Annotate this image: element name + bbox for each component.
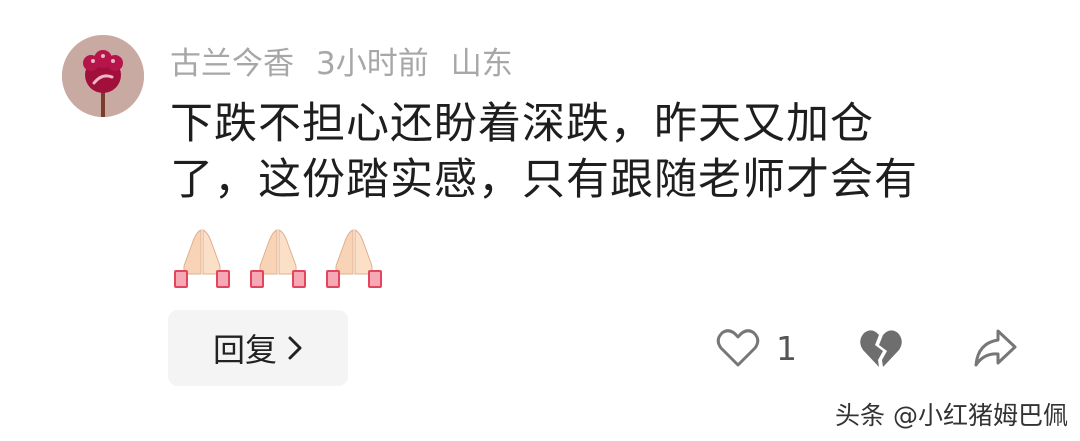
broken-heart-icon — [860, 330, 902, 367]
rose-avatar-image — [62, 35, 144, 117]
share-arrow-icon — [974, 329, 1017, 367]
folded-hands-icon — [174, 229, 230, 288]
folded-hands-icon — [326, 229, 382, 288]
chevron-right-icon — [288, 336, 302, 360]
dislike-button[interactable] — [858, 325, 904, 371]
reply-label: 回复 — [212, 331, 277, 369]
heart-outline-icon — [716, 329, 760, 367]
comment-location: 山东 — [450, 45, 513, 82]
like-button[interactable]: 1 — [716, 325, 797, 371]
comment-meta: 古兰今香 3小时前 山东 — [170, 38, 513, 82]
folded-hands-icon — [250, 229, 306, 288]
reply-button[interactable]: 回复 — [168, 310, 348, 386]
comment-text-line: 了，这份踏实感，只有跟随老师才会有 — [170, 155, 918, 205]
comment-text-line: 下跌不担心还盼着深跌，昨天又加仓 — [170, 99, 874, 149]
emoji-row — [170, 226, 386, 288]
share-button[interactable] — [972, 325, 1018, 371]
comment-text: 下跌不担心还盼着深跌，昨天又加仓 了，这份踏实感，只有跟随老师才会有 — [170, 96, 1000, 208]
comment-time: 3小时前 — [316, 45, 429, 82]
watermark: 头条 @小红猪姆巴佩 — [835, 401, 1068, 430]
avatar[interactable] — [62, 35, 144, 117]
author-name[interactable]: 古兰今香 — [170, 38, 294, 83]
like-count: 1 — [776, 328, 797, 368]
